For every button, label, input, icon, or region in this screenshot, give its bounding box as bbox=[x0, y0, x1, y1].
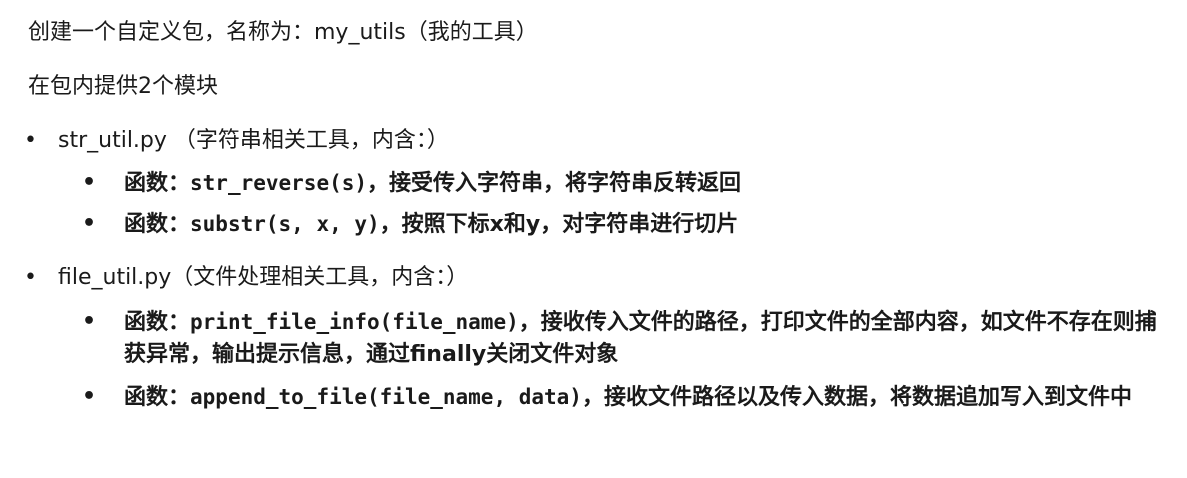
function-item-print-file-info: • 函数：print_file_info(file_name)，接收传入文件的路… bbox=[82, 306, 1172, 371]
bullet-icon: • bbox=[82, 211, 97, 236]
function-prefix: 函数： bbox=[124, 310, 191, 335]
bullet-icon: • bbox=[24, 265, 37, 290]
function-description: ，按照下标x和y，对字符串进行切片 bbox=[379, 212, 739, 237]
function-signature: print_file_info(file_name) bbox=[190, 310, 519, 334]
intro-line-modules: 在包内提供2个模块 bbox=[28, 74, 218, 99]
bullet-icon: • bbox=[82, 309, 97, 334]
module-item-file-util: • file_util.py（文件处理相关工具，内含：） bbox=[24, 263, 468, 293]
function-prefix: 函数： bbox=[124, 212, 191, 237]
document-page: 创建一个自定义包，名称为：my_utils（我的工具） 在包内提供2个模块 • s… bbox=[0, 0, 1187, 478]
function-signature: substr(s, x, y) bbox=[190, 212, 380, 236]
function-prefix: 函数： bbox=[124, 171, 191, 196]
bullet-icon: • bbox=[82, 170, 97, 195]
function-item-str-reverse: • 函数：str_reverse(s)，接受传入字符串，将字符串反转返回 bbox=[82, 167, 1172, 200]
bullet-icon: • bbox=[24, 128, 37, 153]
intro-line-package: 创建一个自定义包，名称为：my_utils（我的工具） bbox=[28, 20, 538, 45]
function-signature: str_reverse(s) bbox=[190, 171, 368, 195]
function-item-substr: • 函数：substr(s, x, y)，按照下标x和y，对字符串进行切片 bbox=[82, 208, 1172, 241]
module-title: str_util.py （字符串相关工具，内含：） bbox=[58, 128, 449, 153]
module-title: file_util.py（文件处理相关工具，内含：） bbox=[58, 265, 469, 290]
function-prefix: 函数： bbox=[124, 385, 191, 410]
function-signature: append_to_file(file_name, data) bbox=[190, 385, 582, 409]
bullet-icon: • bbox=[82, 384, 97, 409]
function-description: ，接收文件路径以及传入数据，将数据追加写入到文件中 bbox=[581, 385, 1132, 410]
function-item-append-to-file: • 函数：append_to_file(file_name, data)，接收文… bbox=[82, 381, 1172, 414]
module-item-str-util: • str_util.py （字符串相关工具，内含：） bbox=[24, 126, 449, 156]
function-description: ，接受传入字符串，将字符串反转返回 bbox=[367, 171, 742, 196]
